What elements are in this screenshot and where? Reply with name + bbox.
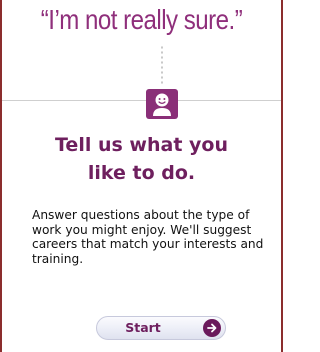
- smiling-person-icon: [146, 89, 178, 119]
- heading-line-2: like to do.: [87, 162, 196, 184]
- arrow-right-circle-icon: [203, 319, 221, 337]
- quote-text: “I’m not really sure.”: [40, 4, 243, 35]
- start-button[interactable]: Start: [96, 316, 226, 340]
- heading-line-1: Tell us what you: [55, 134, 228, 156]
- description-text: Answer questions about the type of work …: [32, 208, 264, 266]
- dotted-connector: [161, 45, 163, 85]
- divider-line: [2, 100, 281, 101]
- start-button-label: Start: [125, 320, 161, 335]
- career-card: “I’m not really sure.” Tell us what you …: [0, 0, 283, 352]
- page-heading: Tell us what you like to do.: [2, 131, 281, 187]
